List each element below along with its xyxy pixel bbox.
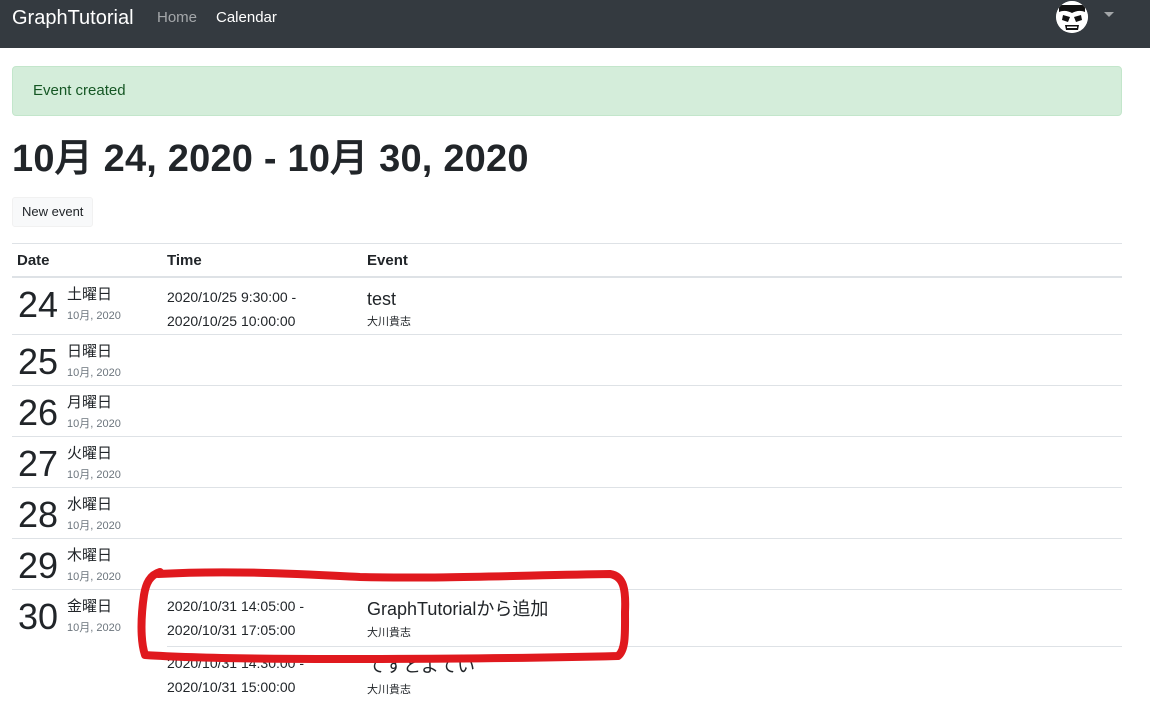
table-row: 24 土曜日 10月, 2020 2020/10/25 9:30:00 - 20… [12,278,1122,335]
weekday-label: 水曜日 [67,496,113,513]
weekday-label: 土曜日 [67,286,113,303]
event-organizer: 大川貴志 [367,316,411,328]
event-subject: test [367,289,397,309]
day-number: 25 [18,341,59,382]
table-row: 29 木曜日 10月, 2020 [12,539,1122,590]
month-year-label: 10月, 2020 [67,622,121,634]
event-end-time: 2020/10/31 15:00:00 [167,679,296,695]
column-header-time: Time [167,252,202,269]
day-number: 27 [18,443,59,484]
brand-link[interactable]: GraphTutorial [12,6,134,30]
event-subject: てすとよてい [367,656,475,676]
event-start-time: 2020/10/31 14:30:00 - [167,655,305,671]
success-alert: Event created [12,66,1122,116]
column-header-date: Date [17,252,50,269]
nav-link-calendar[interactable]: Calendar [216,8,277,28]
event-end-time: 2020/10/25 10:00:00 [167,313,296,329]
column-header-event: Event [367,252,408,269]
event-start-time: 2020/10/31 14:05:00 - [167,598,305,614]
page-title: 10月 24, 2020 - 10月 30, 2020 [12,138,529,180]
table-header-row: Date Time Event [12,243,1122,278]
day-number: 24 [18,284,59,325]
month-year-label: 10月, 2020 [67,571,121,583]
caret-down-icon[interactable] [1104,12,1114,17]
month-year-label: 10月, 2020 [67,367,121,379]
day-number: 30 [18,596,59,637]
month-year-label: 10月, 2020 [67,520,121,532]
event-organizer: 大川貴志 [367,684,411,696]
event-end-time: 2020/10/31 17:05:00 [167,622,296,638]
table-row: 26 月曜日 10月, 2020 [12,386,1122,437]
table-row: 25 日曜日 10月, 2020 [12,335,1122,386]
weekday-label: 木曜日 [67,547,113,564]
avatar-icon[interactable] [1056,1,1088,33]
day-number: 28 [18,494,59,535]
calendar-table: Date Time Event 24 土曜日 10月, 2020 2020/10… [12,243,1122,705]
weekday-label: 火曜日 [67,445,113,462]
month-year-label: 10月, 2020 [67,469,121,481]
event-divider [167,646,1122,647]
day-number: 29 [18,545,59,586]
table-row: 30 金曜日 10月, 2020 2020/10/31 14:05:00 - 2… [12,590,1122,705]
top-navbar: GraphTutorial Home Calendar [0,0,1150,48]
day-number: 26 [18,392,59,433]
weekday-label: 日曜日 [67,343,113,360]
event-start-time: 2020/10/25 9:30:00 - [167,289,297,305]
weekday-label: 金曜日 [67,598,113,615]
month-year-label: 10月, 2020 [67,310,121,322]
new-event-button[interactable]: New event [12,197,94,227]
table-row: 27 火曜日 10月, 2020 [12,437,1122,488]
nav-link-home[interactable]: Home [157,8,197,28]
table-row: 28 水曜日 10月, 2020 [12,488,1122,539]
weekday-label: 月曜日 [67,394,113,411]
event-organizer: 大川貴志 [367,627,411,639]
month-year-label: 10月, 2020 [67,418,121,430]
event-subject: GraphTutorialから追加 [367,599,549,619]
